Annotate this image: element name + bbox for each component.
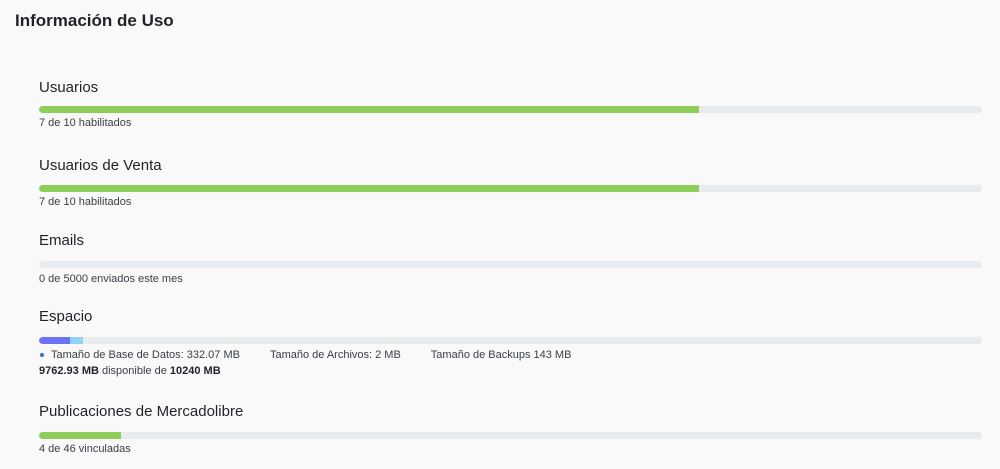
section-mercadolibre: Publicaciones de Mercadolibre 4 de 46 vi… (39, 402, 982, 456)
section-title: Emails (39, 232, 85, 249)
database-size-fill (39, 337, 70, 344)
section-title: Publicaciones de Mercadolibre (39, 403, 244, 420)
total-value: 10240 MB (169, 365, 221, 377)
files-size-label: Tamaño de Archivos: 2 MB (269, 349, 401, 361)
backups-size-label: Tamaño de Backups 143 MB (430, 349, 572, 361)
section-title: Usuarios (39, 79, 99, 96)
section-emails: Emails 0 de 5000 enviados este mes (39, 231, 982, 286)
available-text: disponible de (102, 365, 167, 377)
usuarios-venta-progress-fill (39, 185, 700, 192)
usuarios-venta-progress-bar (39, 185, 982, 192)
bullet-icon (40, 353, 44, 357)
section-title: Espacio (39, 308, 93, 325)
section-espacio: Espacio Tamaño de Base de Datos: 332.07 … (39, 307, 982, 378)
usuarios-progress-bar (39, 106, 982, 113)
espacio-legend: Tamaño de Base de Datos: 332.07 MB Tamañ… (39, 348, 982, 362)
available-value: 9762.93 MB (39, 365, 99, 377)
section-usuarios: Usuarios 7 de 10 habilitados (39, 78, 982, 130)
section-usuarios-venta: Usuarios de Venta 7 de 10 habilitados (39, 156, 982, 209)
mercadolibre-progress-bar (39, 432, 982, 439)
page-title: Información de Uso (15, 11, 174, 30)
usuarios-progress-fill (39, 106, 700, 113)
section-title: Usuarios de Venta (39, 157, 162, 174)
mercadolibre-caption: 4 de 46 vinculadas (39, 443, 131, 455)
usuarios-caption: 7 de 10 habilitados (39, 117, 132, 129)
usuarios-venta-caption: 7 de 10 habilitados (39, 196, 132, 208)
files-size-fill (69, 337, 83, 344)
espacio-progress-bar (39, 337, 982, 344)
usage-info-page: Información de Uso Usuarios 7 de 10 habi… (0, 0, 1000, 469)
emails-progress-bar (39, 261, 982, 268)
espacio-available-caption: 9762.93 MB disponible de 10240 MB (39, 364, 982, 378)
database-size-label: Tamaño de Base de Datos: 332.07 MB (51, 349, 240, 361)
mercadolibre-progress-fill (39, 432, 121, 439)
emails-caption: 0 de 5000 enviados este mes (39, 273, 183, 285)
